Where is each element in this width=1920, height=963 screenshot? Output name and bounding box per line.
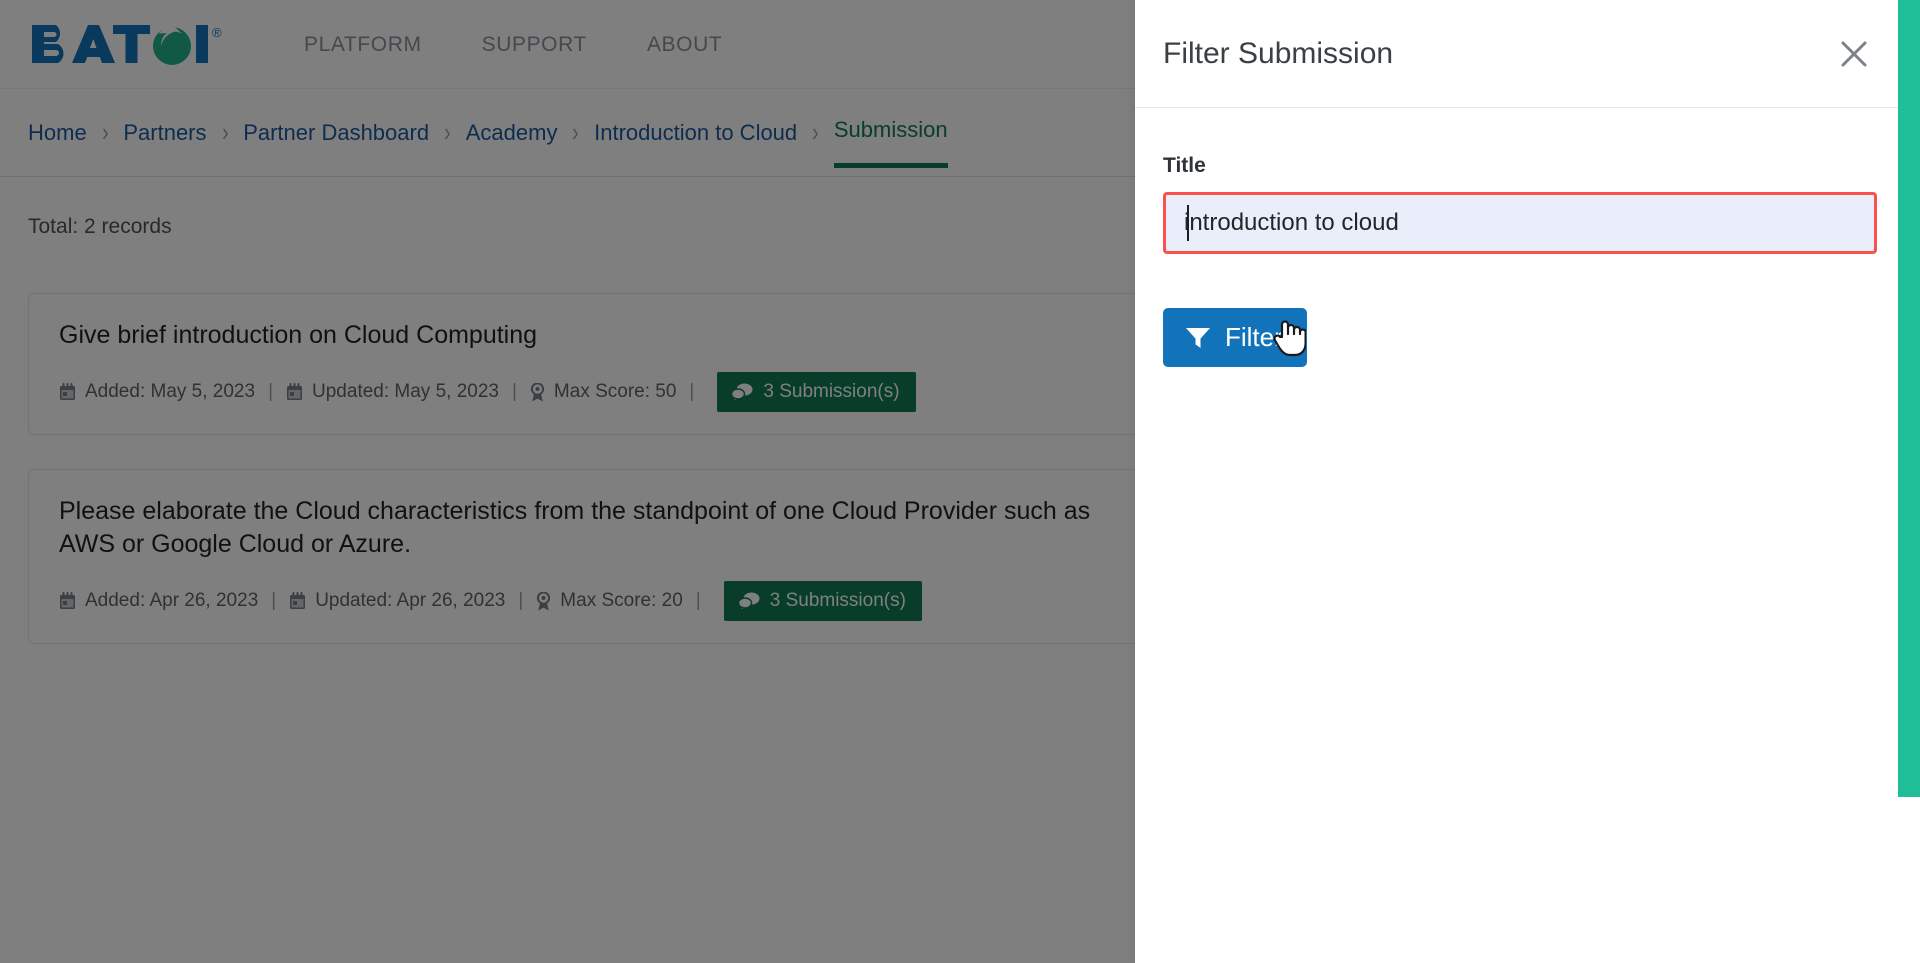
close-icon	[1841, 41, 1867, 66]
filter-submission-panel: Filter Submission Title Filter	[1135, 0, 1920, 963]
scrollbar-thumb[interactable]	[1898, 0, 1920, 797]
filter-funnel-icon	[1186, 327, 1210, 348]
panel-header: Filter Submission	[1135, 0, 1920, 108]
panel-title: Filter Submission	[1163, 36, 1394, 70]
modal-overlay[interactable]	[0, 0, 1135, 963]
close-button[interactable]	[1832, 32, 1876, 76]
filter-button-label: Filter	[1225, 322, 1283, 352]
panel-body: Title Filter	[1135, 108, 1920, 367]
filter-button[interactable]: Filter	[1163, 308, 1307, 367]
title-input[interactable]	[1163, 192, 1877, 254]
title-input-wrapper	[1163, 192, 1877, 254]
title-field-label: Title	[1163, 154, 1206, 177]
text-caret	[1187, 205, 1189, 241]
